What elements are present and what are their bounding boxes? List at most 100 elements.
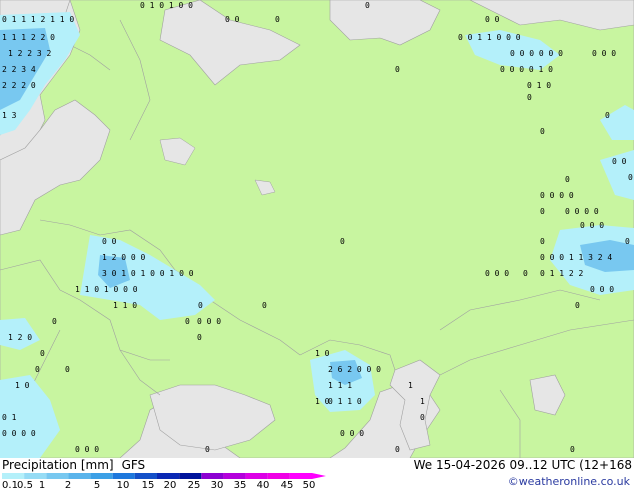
legend-tick-label: 50: [302, 480, 316, 491]
precip-value-label: 0: [605, 111, 610, 120]
legend-color-bar: [0, 473, 330, 479]
precip-value-label: 0 0: [225, 15, 240, 24]
precip-value-label: 0: [185, 317, 190, 326]
precip-value-label: 0 1 0 1 0 0: [140, 1, 193, 10]
precip-value-label: 0 1: [2, 413, 17, 422]
precip-value-label: 1 1 0: [113, 301, 137, 310]
legend-color-swatch: [289, 473, 312, 479]
legend-color-swatch: [179, 473, 202, 479]
legend-color-swatch: [157, 473, 180, 479]
precip-value-label: 0: [395, 65, 400, 74]
precip-value-label: 1 0: [15, 381, 30, 390]
legend-color-swatch: [201, 473, 224, 479]
legend-tick-label: 0.5: [17, 480, 33, 491]
precip-value-label: 0: [262, 301, 267, 310]
precip-value-label: 0 0 0 0: [2, 429, 36, 438]
precip-value-label: 0: [205, 445, 210, 454]
precip-value-label: 3 0 1 0 1 0 0 1 0 0: [102, 269, 194, 278]
precipitation-map: 0 1 1 1 2 1 1 00 1 0 1 0 00 0000 00 0 1 …: [0, 0, 634, 458]
precip-value-label: 1 1 1: [328, 381, 352, 390]
precip-value-label: 0: [198, 301, 203, 310]
legend-color-swatch: [223, 473, 246, 479]
precip-value-label: 0 0 0 1 1 3 2 4: [540, 253, 612, 262]
legend-tick-label: 0.1: [2, 480, 18, 491]
precip-value-label: 0: [540, 237, 545, 246]
precip-value-label: 0 1 1 0: [328, 397, 362, 406]
precip-value-label: 1 2 2 3 2: [8, 49, 52, 58]
precip-value-label: 0 0 0 0 1 0: [500, 65, 553, 74]
precip-value-label: 0 0 0 0: [565, 207, 599, 216]
precip-value-label: 0 0 0: [580, 221, 604, 230]
credit-link[interactable]: ©weatheronline.co.uk: [508, 475, 630, 488]
precip-value-label: 0 0: [485, 15, 500, 24]
legend-tick-label: 5: [93, 480, 101, 491]
legend-color-swatch: [267, 473, 290, 479]
precip-value-label: 0: [40, 349, 45, 358]
legend-tick-label: 45: [280, 480, 294, 491]
precip-value-label: 1 1 1 2 2 0: [2, 33, 55, 42]
legend-tick-label: 35: [233, 480, 247, 491]
precip-value-label: 1: [408, 381, 413, 390]
precip-value-label: 0: [197, 333, 202, 342]
legend-tick-label: 40: [256, 480, 270, 491]
legend-color-swatch: [2, 473, 25, 479]
precip-value-label: 1 3: [2, 111, 17, 120]
precip-value-label: 0 0 0 0: [540, 191, 574, 200]
precip-value-label: 0 1 0: [527, 81, 551, 90]
map-footer: Precipitation [mm] GFS We 15-04-2026 09..…: [0, 458, 634, 491]
precip-value-label: 0: [540, 207, 545, 216]
precip-value-label: 0 0 1 1 0 0 0: [458, 33, 521, 42]
legend-color-swatch: [90, 473, 113, 479]
legend-color-swatch: [112, 473, 135, 479]
precip-value-label: 1 2 0 0 0: [102, 253, 146, 262]
precip-value-label: 0 0 0: [340, 429, 364, 438]
precip-value-label: 0: [570, 445, 575, 454]
map-canvas: 0 1 1 1 2 1 1 00 1 0 1 0 00 0 000 00 0 1 …: [0, 0, 634, 458]
precip-value-label: 0 0 0 0 0 0: [510, 49, 563, 58]
legend-tick-label: 10: [116, 480, 130, 491]
legend-tick-label: 15: [141, 480, 155, 491]
footer-title: Precipitation [mm] GFS: [2, 458, 145, 472]
precip-value-label: 0: [527, 93, 532, 102]
precip-value-label: 0: [35, 365, 40, 374]
precip-value-label: 0 0 0: [75, 445, 99, 454]
precip-value-label: 0 0: [102, 237, 117, 246]
legend-tick-label: 25: [187, 480, 201, 491]
precip-value-label: 1 0: [315, 349, 330, 358]
legend-arrow: [312, 473, 326, 479]
precip-value-label: 0 0 0: [197, 317, 221, 326]
precip-value-label: 0: [575, 301, 580, 310]
precip-value-label: 0: [395, 445, 400, 454]
precip-value-label: 0: [365, 1, 370, 10]
precip-value-label: 0 0 0: [592, 49, 616, 58]
precip-value-label: 1: [420, 397, 425, 406]
precip-value-label: 0 1 1 1 2 1 1 0: [2, 15, 74, 24]
precip-value-label: 0: [523, 269, 528, 278]
precip-value-label: 0 1 1 2 2: [540, 269, 584, 278]
precip-value-label: 0: [540, 127, 545, 136]
precip-value-label: 0: [65, 365, 70, 374]
legend-tick-label: 20: [163, 480, 177, 491]
model-name: GFS: [121, 458, 146, 472]
legend-color-swatch: [46, 473, 69, 479]
precip-value-label: 0: [340, 237, 345, 246]
precip-value-label: 0: [52, 317, 57, 326]
precip-value-label: 0 0: [625, 237, 634, 246]
legend-ticks: 0.1 0.5 1 2 5 10 15 20 25 30 35 40 45 50: [0, 480, 330, 491]
precip-value-label: 1 1 0 1 0 0 0: [75, 285, 138, 294]
legend-tick-label: 1: [38, 480, 46, 491]
precip-value-label: 1 2 0: [8, 333, 32, 342]
precip-value-label: 2 2 2 0: [2, 81, 36, 90]
precip-value-label: 0: [628, 173, 633, 182]
legend-color-swatch: [68, 473, 91, 479]
precip-title: Precipitation [mm]: [2, 458, 114, 472]
precip-value-label: 0 0 0: [485, 269, 509, 278]
precip-value-label: 2 6 2 0 0 0: [328, 365, 381, 374]
precip-value-label: 0: [565, 175, 570, 184]
legend-color-swatch: [245, 473, 268, 479]
legend-tick-label: 2: [64, 480, 72, 491]
valid-time: We 15-04-2026 09..12 UTC (12+168: [413, 458, 632, 472]
precip-value-label: 2 2 3 4: [2, 65, 36, 74]
precip-value-label: 0 0: [612, 157, 627, 166]
legend-tick-label: 30: [210, 480, 224, 491]
